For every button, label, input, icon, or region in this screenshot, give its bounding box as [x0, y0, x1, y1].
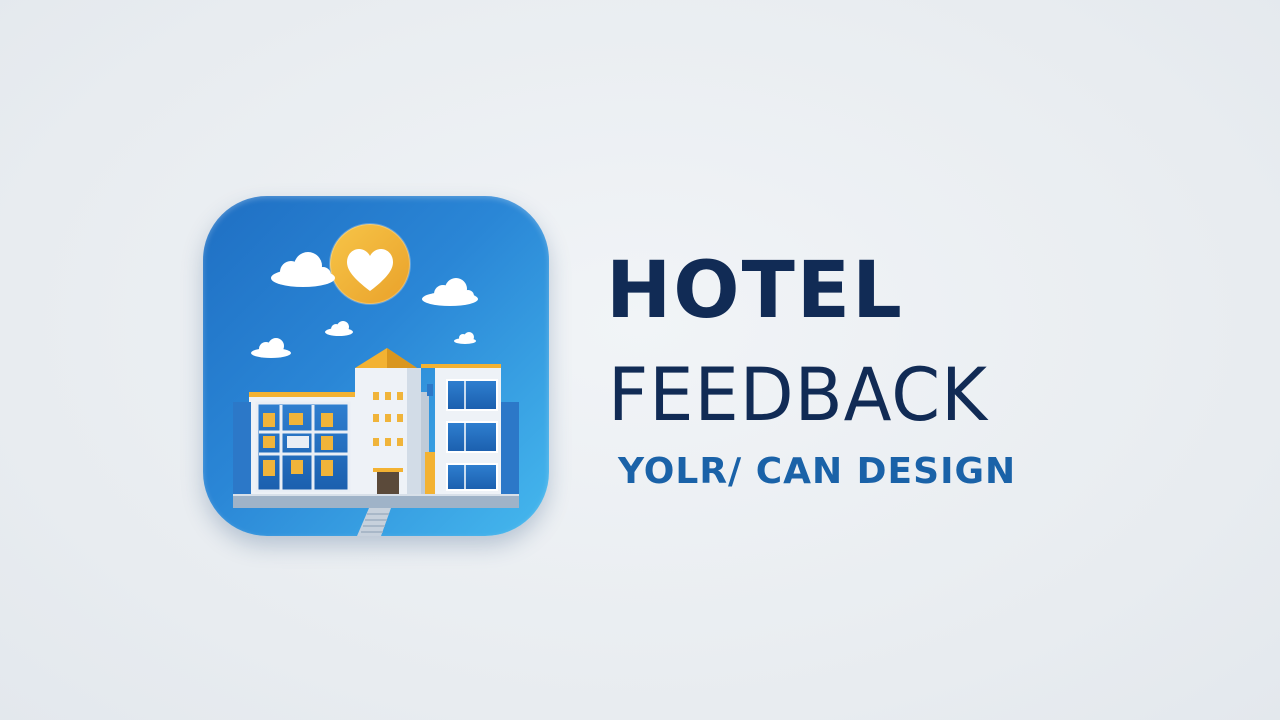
- tagline: YOLR/ CAN DESIGN: [618, 451, 1017, 492]
- right-wing: [421, 364, 519, 494]
- hotel-building-icon: [233, 223, 519, 536]
- cloud-icon: [454, 332, 476, 344]
- cloud-icon: [251, 338, 291, 358]
- title-feedback: FEEDBACK: [608, 351, 989, 438]
- center-tower: [355, 348, 435, 494]
- title-hotel: HOTEL: [606, 246, 904, 336]
- app-logo-tile: [203, 196, 549, 536]
- cloud-icon: [271, 252, 335, 287]
- left-wing: [233, 392, 357, 494]
- cloud-icon: [325, 321, 353, 336]
- cloud-icon: [422, 278, 478, 306]
